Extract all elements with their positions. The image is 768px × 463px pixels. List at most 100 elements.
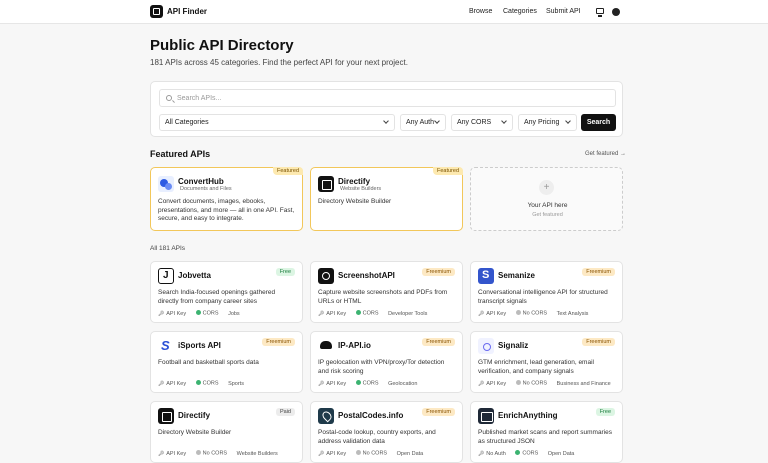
auth-select-value: Any Auth	[406, 119, 435, 126]
all-apis-title: All 181 APIs	[150, 245, 186, 252]
api-card-screenshotapi[interactable]: ScreenshotAPI Freemium Capture website s…	[310, 261, 463, 323]
api-card-postalcodes[interactable]: PostalCodes.info Freemium Postal-code lo…	[310, 401, 463, 463]
card-description-line: URLs or HTML	[318, 297, 362, 305]
card-description-line: as structured JSON	[478, 437, 535, 445]
api-card-signaliz[interactable]: Signaliz Freemium GTM enrichment, lead g…	[470, 331, 623, 393]
pricing-badge: Freemium	[422, 338, 455, 346]
card-name: iSports API	[178, 341, 221, 350]
card-description-line: Postal-code lookup, country exports, and	[318, 429, 436, 436]
cors-status-icon	[355, 310, 361, 315]
nav-categories-link[interactable]: Categories	[503, 8, 537, 15]
cors-label-text: No CORS	[362, 450, 388, 457]
api-card-directify[interactable]: Directify Paid Directory Website Builder…	[150, 401, 303, 463]
plus-icon: +	[539, 180, 554, 195]
card-name: EnrichAnything	[498, 411, 558, 420]
pricing-badge: Freemium	[422, 268, 455, 276]
category-label: Open Data	[547, 450, 575, 457]
featured-card-converthub[interactable]: Featured ConvertHub Documents and Files …	[150, 167, 303, 231]
monitor-icon[interactable]	[596, 8, 604, 17]
signaliz-logo-icon	[478, 338, 494, 354]
api-card-semanize[interactable]: Semanize Freemium Conversational intelli…	[470, 261, 623, 323]
auth-label: API Key	[158, 451, 186, 457]
api-card-ip-api[interactable]: IP-API.io Freemium IP geolocation with V…	[310, 331, 463, 393]
category-select[interactable]: All Categories	[159, 114, 395, 131]
card-name: ConvertHub	[178, 177, 224, 186]
get-featured-link[interactable]: Get featured →	[585, 151, 626, 157]
card-name: PostalCodes.info	[338, 411, 404, 420]
github-icon[interactable]	[612, 8, 620, 16]
search-button[interactable]: Search	[581, 114, 616, 131]
card-name: ScreenshotAPI	[338, 271, 395, 280]
postalcodes-logo-icon	[318, 408, 334, 424]
your-api-here-card[interactable]: + Your API here Get featured	[470, 167, 623, 231]
ip-api-logo-icon	[318, 338, 334, 354]
search-panel: Search APIs... All Categories Any Auth A…	[150, 81, 623, 137]
placeholder-subtitle: Get featured	[532, 212, 563, 218]
cors-label-text: No CORS	[522, 380, 548, 387]
cors-select-value: Any CORS	[457, 119, 492, 126]
cors-label: CORS	[355, 380, 379, 387]
cors-status-icon	[195, 450, 201, 455]
card-description: Conversational intelligence API for stru…	[478, 289, 608, 306]
directify-logo-icon	[318, 176, 334, 192]
card-description-line: secure, and easy to integrate.	[158, 215, 244, 222]
auth-label: API Key	[478, 311, 506, 317]
screenshotapi-logo-icon	[318, 268, 334, 284]
page-title: Public API Directory	[150, 37, 294, 54]
cors-label: CORS	[195, 380, 219, 387]
auth-select[interactable]: Any Auth	[400, 114, 446, 131]
card-description-line: directly from company career sites	[158, 297, 257, 305]
card-description: Directory Website Builder	[158, 429, 231, 438]
auth-label: No Auth	[478, 451, 506, 457]
cors-status-icon	[515, 450, 521, 455]
cors-label: No CORS	[195, 450, 228, 457]
card-name: Signaliz	[498, 341, 529, 350]
api-card-isports[interactable]: iSports API Freemium Football and basket…	[150, 331, 303, 393]
card-meta: API Key No CORS Website Builders	[158, 450, 286, 457]
pricing-select[interactable]: Any Pricing	[518, 114, 577, 131]
card-description: IP geolocation with VPN/proxy/Tor detect…	[318, 359, 444, 376]
cors-label: No CORS	[515, 380, 548, 387]
category-label: Text Analysis	[556, 310, 589, 317]
placeholder-title: Your API here	[527, 202, 568, 209]
app-logo-icon[interactable]	[150, 5, 163, 18]
cors-status-icon	[355, 380, 361, 385]
card-description: Postal-code lookup, country exports, and…	[318, 429, 436, 446]
card-description-line: Football and basketball sports data	[158, 359, 259, 366]
card-meta: API Key CORS Jobs	[158, 310, 248, 317]
featured-card-directify[interactable]: Featured Directify Website Builders Dire…	[310, 167, 463, 231]
nav-browse-link[interactable]: Browse	[469, 8, 492, 15]
page-subtitle: 181 APIs across 45 categories. Find the …	[150, 58, 408, 67]
pricing-badge: Freemium	[422, 408, 455, 416]
card-category: Website Builders	[340, 186, 382, 192]
card-description-line: presentations, and more — all in one API…	[158, 206, 295, 214]
category-label: Developer Tools	[388, 310, 428, 317]
category-label: Sports	[228, 380, 244, 387]
cors-status-icon	[515, 380, 521, 385]
api-card-jobvetta[interactable]: Jobvetta Free Search India-focused openi…	[150, 261, 303, 323]
api-card-enrichanything[interactable]: EnrichAnything Free Published market sca…	[470, 401, 623, 463]
category-select-value: All Categories	[165, 119, 209, 126]
nav-submit-api-link[interactable]: Submit API	[546, 8, 581, 15]
card-meta: API Key CORS Geolocation	[318, 380, 425, 387]
pricing-badge: Freemium	[582, 338, 615, 346]
search-icon	[166, 95, 172, 101]
brand-name[interactable]: API Finder	[167, 7, 207, 16]
cors-label: CORS	[515, 450, 538, 457]
cors-label-text: No CORS	[202, 450, 228, 457]
card-description-line: verification, and company signals	[478, 367, 574, 375]
card-category: Documents and Files	[180, 186, 232, 192]
cors-status-icon	[355, 450, 361, 455]
search-input[interactable]: Search APIs...	[159, 89, 616, 107]
isports-logo-icon	[158, 338, 174, 354]
chevron-down-icon	[434, 118, 440, 124]
converthub-logo-icon	[158, 176, 174, 192]
card-description-line: address validation data	[318, 437, 385, 445]
card-meta: API Key CORS Sports	[158, 380, 252, 387]
card-meta: API Key No CORS Open Data	[318, 450, 431, 457]
card-meta: API Key CORS Developer Tools	[318, 310, 435, 317]
card-description: GTM enrichment, lead generation, email v…	[478, 359, 594, 376]
cors-select[interactable]: Any CORS	[451, 114, 513, 131]
featured-badge: Featured	[272, 167, 303, 175]
chevron-down-icon	[383, 118, 389, 124]
